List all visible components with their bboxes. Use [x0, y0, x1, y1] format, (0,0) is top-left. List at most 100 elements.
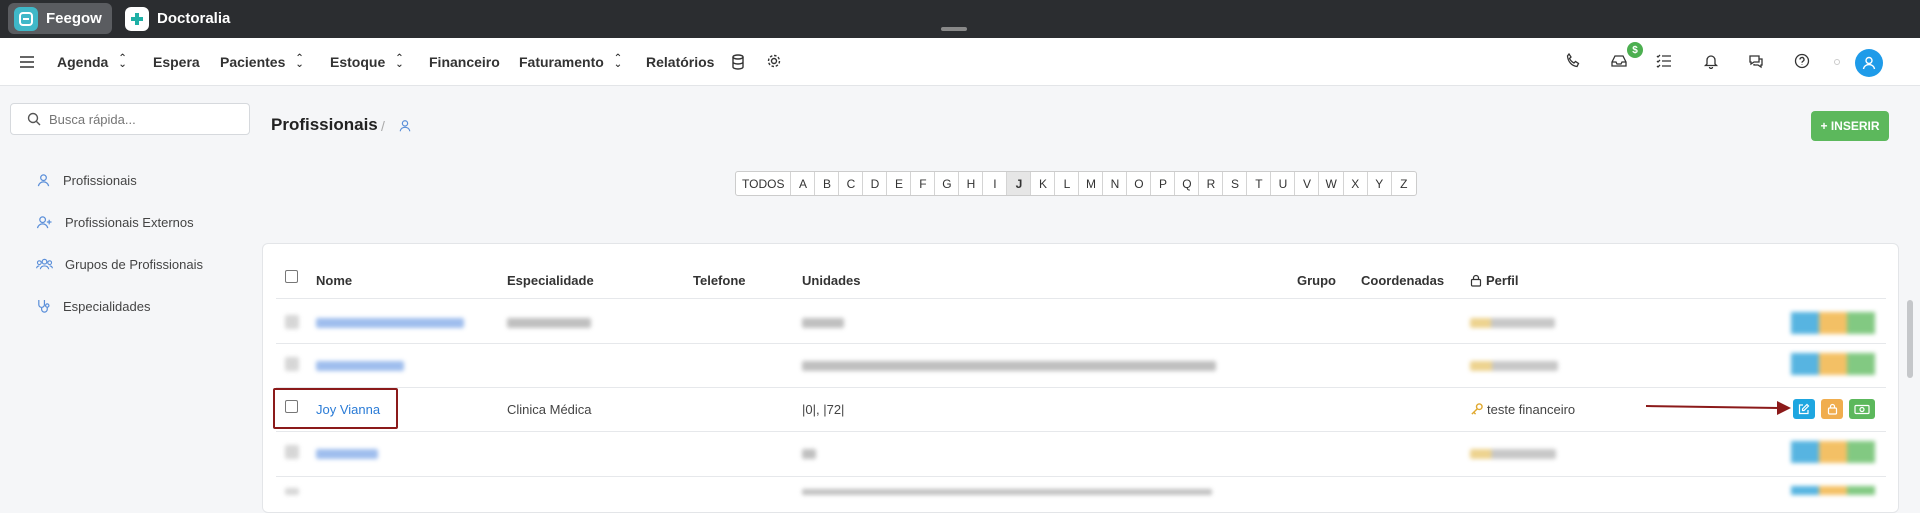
hamburger-menu-icon[interactable]	[19, 54, 37, 72]
redacted-checkbox	[285, 357, 299, 371]
nav-label: Relatórios	[646, 54, 715, 70]
alpha-filter-n[interactable]: N	[1103, 172, 1128, 195]
quick-search-box[interactable]	[10, 103, 250, 135]
redacted-text	[1470, 361, 1558, 371]
alpha-filter-f[interactable]: F	[911, 172, 936, 195]
alpha-filter-y[interactable]: Y	[1368, 172, 1392, 195]
bell-icon[interactable]	[1703, 53, 1721, 71]
chevron-updown-icon: ⌃ ⌄	[613, 53, 623, 70]
alpha-filter-h[interactable]: H	[959, 172, 984, 195]
redacted-text	[316, 449, 378, 459]
alpha-filter-e[interactable]: E	[887, 172, 912, 195]
alpha-filter-x[interactable]: X	[1344, 172, 1368, 195]
breadcrumb-user-icon[interactable]	[398, 119, 412, 138]
col-header-unidades[interactable]: Unidades	[802, 273, 861, 288]
redacted-actions	[1791, 312, 1875, 334]
alpha-filter-o[interactable]: O	[1127, 172, 1152, 195]
row-divider	[276, 298, 1886, 299]
alpha-filter-b[interactable]: B	[815, 172, 840, 195]
database-icon[interactable]	[730, 53, 748, 71]
key-icon	[1471, 403, 1483, 415]
alpha-filter-i[interactable]: I	[983, 172, 1008, 195]
redacted-text	[802, 361, 1216, 371]
edit-button[interactable]	[1793, 399, 1815, 419]
insert-button[interactable]: + INSERIR	[1811, 111, 1889, 141]
col-header-perfil[interactable]: Perfil	[1470, 273, 1519, 288]
sidebar-item-label: Profissionais Externos	[65, 215, 194, 230]
alpha-filter-t[interactable]: T	[1247, 172, 1272, 195]
nav-pacientes[interactable]: Pacientes ⌃ ⌄	[220, 54, 304, 71]
quick-search-input[interactable]	[49, 111, 239, 127]
breadcrumb-separator: /	[381, 118, 385, 134]
search-icon	[27, 112, 41, 126]
tasks-list-icon[interactable]	[1656, 53, 1674, 71]
redacted-actions	[1791, 486, 1875, 495]
col-header-grupo[interactable]: Grupo	[1297, 273, 1336, 288]
col-header-telefone[interactable]: Telefone	[693, 273, 746, 288]
redacted-text	[802, 449, 816, 459]
alpha-filter-p[interactable]: P	[1151, 172, 1176, 195]
drag-handle[interactable]	[941, 27, 967, 31]
app-tab-feegow[interactable]: Feegow	[8, 3, 112, 34]
alpha-filter-k[interactable]: K	[1031, 172, 1056, 195]
alpha-filter-g[interactable]: G	[935, 172, 960, 195]
units-cell: |0|, |72|	[802, 402, 845, 417]
sidebar-item-especialidades[interactable]: Especialidades	[36, 299, 150, 314]
lock-icon	[1470, 274, 1482, 287]
users-icon	[36, 258, 53, 270]
nav-label: Estoque	[330, 54, 386, 70]
alpha-filter-a[interactable]: A	[791, 172, 816, 195]
nav-faturamento[interactable]: Faturamento ⌃ ⌄	[519, 53, 623, 71]
status-dot-icon	[1834, 59, 1840, 65]
help-icon[interactable]	[1794, 53, 1812, 71]
alpha-filter-d[interactable]: D	[863, 172, 888, 195]
financial-button[interactable]	[1849, 399, 1875, 419]
profile-cell: teste financeiro	[1470, 402, 1575, 417]
col-header-nome[interactable]: Nome	[316, 273, 352, 288]
chat-icon[interactable]	[1748, 53, 1766, 71]
alpha-filter-z[interactable]: Z	[1392, 172, 1416, 195]
alpha-filter-m[interactable]: M	[1079, 172, 1104, 195]
redacted-text	[1470, 449, 1556, 459]
user-avatar[interactable]	[1855, 49, 1883, 77]
nav-financeiro[interactable]: Financeiro	[429, 54, 500, 70]
redacted-actions	[1791, 441, 1875, 463]
alpha-filter-r[interactable]: R	[1199, 172, 1224, 195]
alpha-filter-q[interactable]: Q	[1175, 172, 1200, 195]
permissions-button[interactable]	[1821, 399, 1843, 419]
sidebar-item-profissionais[interactable]: Profissionais	[36, 173, 137, 188]
alpha-filter-v[interactable]: V	[1295, 172, 1320, 195]
alpha-filter-c[interactable]: C	[839, 172, 864, 195]
select-all-checkbox[interactable]	[285, 270, 298, 283]
page-scrollbar[interactable]	[1907, 300, 1913, 378]
redacted-text	[802, 489, 1212, 495]
app-tab-doctoralia[interactable]: Doctoralia	[119, 3, 240, 34]
page-title: Profissionais	[271, 115, 378, 134]
redacted-checkbox	[285, 315, 299, 329]
sidebar-item-grupos-profissionais[interactable]: Grupos de Profissionais	[36, 257, 203, 272]
nav-espera[interactable]: Espera	[153, 54, 200, 70]
inbox-icon[interactable]	[1610, 53, 1628, 71]
alpha-filter-todos[interactable]: TODOS	[736, 172, 792, 195]
app-tab-label: Doctoralia	[157, 10, 231, 27]
sidebar-item-profissionais-externos[interactable]: Profissionais Externos	[36, 215, 194, 230]
nav-agenda[interactable]: Agenda ⌃ ⌄	[57, 54, 127, 71]
sidebar-item-label: Especialidades	[63, 299, 151, 314]
alpha-filter-u[interactable]: U	[1271, 172, 1296, 195]
phone-icon[interactable]	[1565, 52, 1583, 71]
col-header-especialidade[interactable]: Especialidade	[507, 273, 594, 288]
annotation-arrow	[1645, 401, 1791, 415]
nav-label: Financeiro	[429, 54, 500, 70]
alpha-filter-l[interactable]: L	[1055, 172, 1080, 195]
col-header-coordenadas[interactable]: Coordenadas	[1361, 273, 1444, 288]
redacted-text	[316, 361, 404, 371]
nav-estoque[interactable]: Estoque ⌃ ⌄	[330, 54, 404, 71]
profile-label: teste financeiro	[1487, 402, 1576, 417]
nav-relatorios[interactable]: Relatórios	[646, 54, 714, 70]
alpha-filter-j[interactable]: J	[1007, 172, 1032, 195]
alpha-filter-w[interactable]: W	[1319, 172, 1344, 195]
inbox-badge: $	[1627, 42, 1643, 58]
user-plus-icon	[36, 216, 52, 229]
alpha-filter-s[interactable]: S	[1223, 172, 1248, 195]
gear-icon[interactable]	[766, 53, 784, 71]
